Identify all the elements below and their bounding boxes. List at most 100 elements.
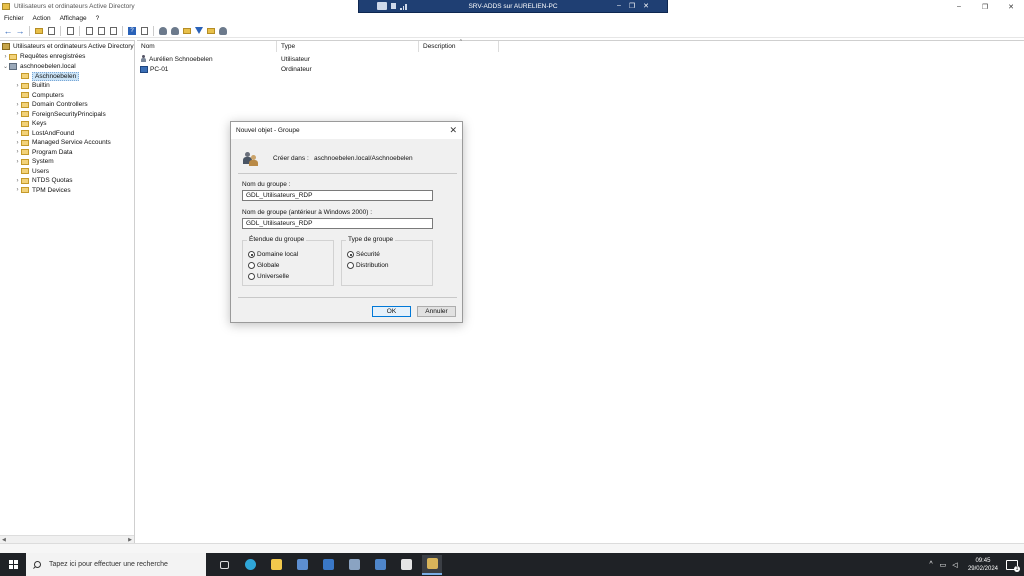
user-accounts-icon[interactable] bbox=[370, 555, 390, 575]
group-name-pre2000-input[interactable] bbox=[242, 218, 433, 229]
task-view-icon[interactable] bbox=[214, 555, 234, 575]
remote-minimize-button[interactable]: – bbox=[617, 2, 621, 10]
forward-arrow-icon[interactable]: → bbox=[15, 26, 25, 36]
domain-icon bbox=[9, 63, 17, 71]
menu-fichier[interactable]: Fichier bbox=[4, 15, 24, 22]
chevron-right-icon[interactable]: › bbox=[14, 187, 21, 193]
filter-icon[interactable] bbox=[194, 26, 204, 36]
chevron-right-icon[interactable]: › bbox=[14, 149, 21, 155]
list-item[interactable]: PC-01 Ordinateur bbox=[137, 64, 419, 74]
export-list-icon[interactable] bbox=[108, 26, 118, 36]
start-button[interactable] bbox=[0, 553, 26, 576]
tree-item-label: NTDS Quotas bbox=[32, 177, 73, 185]
tree-item-domain-controllers[interactable]: › Domain Controllers bbox=[14, 100, 88, 110]
menu-affichage[interactable]: Affichage bbox=[60, 15, 87, 22]
radio-icon[interactable] bbox=[248, 273, 255, 280]
column-header-type[interactable]: Type bbox=[277, 41, 419, 52]
up-folder-icon[interactable] bbox=[34, 26, 44, 36]
scroll-left-icon[interactable]: ◀ bbox=[2, 537, 6, 543]
tree-item-lost-and-found[interactable]: › LostAndFound bbox=[14, 129, 75, 139]
scope-universal-radio[interactable]: Universelle bbox=[248, 273, 289, 280]
new-ou-icon[interactable] bbox=[182, 26, 192, 36]
tree-item-label: LostAndFound bbox=[32, 129, 75, 137]
taskbar-search-box[interactable]: Tapez ici pour effectuer une recherche bbox=[26, 553, 206, 576]
chevron-right-icon[interactable]: › bbox=[14, 83, 21, 89]
tree-item-domain[interactable]: ⌄ aschnoebelen.local bbox=[2, 62, 76, 72]
tree-horizontal-scrollbar[interactable]: ◀ ▶ bbox=[0, 535, 134, 543]
radio-selected-icon[interactable] bbox=[248, 251, 255, 258]
remote-desktop-icon[interactable] bbox=[318, 555, 338, 575]
help-icon[interactable]: ? bbox=[127, 26, 137, 36]
network-icon[interactable]: ▭ bbox=[938, 561, 948, 569]
network-tool-icon[interactable] bbox=[344, 555, 364, 575]
menu-action[interactable]: Action bbox=[33, 15, 51, 22]
scope-global-radio[interactable]: Globale bbox=[248, 262, 279, 269]
ad-console-icon bbox=[2, 43, 10, 51]
new-user-icon[interactable] bbox=[158, 26, 168, 36]
group-name-input[interactable] bbox=[242, 190, 433, 201]
type-distribution-radio[interactable]: Distribution bbox=[347, 262, 389, 269]
tree-item-computers[interactable]: Computers bbox=[14, 91, 64, 101]
find-icon[interactable] bbox=[218, 26, 228, 36]
edge-browser-icon[interactable] bbox=[240, 555, 260, 575]
tree-item-saved-queries[interactable]: › Requêtes enregistrées bbox=[2, 52, 86, 62]
tree-item-aschnoebelen[interactable]: Aschnoebelen bbox=[14, 71, 80, 82]
tree-item-keys[interactable]: Keys bbox=[14, 119, 46, 129]
chevron-right-icon[interactable]: › bbox=[14, 130, 21, 136]
notification-icon[interactable]: 1 bbox=[1006, 559, 1020, 572]
show-tree-icon[interactable] bbox=[46, 26, 56, 36]
server-manager-icon[interactable] bbox=[292, 555, 312, 575]
chevron-right-icon[interactable]: › bbox=[14, 159, 21, 165]
chevron-right-icon[interactable]: › bbox=[14, 140, 21, 146]
tree-item-builtin[interactable]: › Builtin bbox=[14, 81, 50, 91]
tree-item-managed-service-accounts[interactable]: › Managed Service Accounts bbox=[14, 138, 111, 148]
console-icon[interactable] bbox=[139, 26, 149, 36]
type-security-radio[interactable]: Sécurité bbox=[347, 251, 380, 258]
ok-button[interactable]: OK bbox=[372, 306, 411, 317]
radio-icon[interactable] bbox=[347, 262, 354, 269]
chevron-down-icon[interactable]: ⌄ bbox=[2, 63, 9, 70]
scroll-right-icon[interactable]: ▶ bbox=[128, 537, 132, 543]
remote-restore-button[interactable]: ❐ bbox=[629, 2, 635, 10]
chevron-right-icon[interactable]: › bbox=[14, 178, 21, 184]
tree-item-foreign-security-principals[interactable]: › ForeignSecurityPrincipals bbox=[14, 110, 106, 120]
new-group-icon[interactable] bbox=[170, 26, 180, 36]
file-explorer-icon[interactable] bbox=[266, 555, 286, 575]
chevron-right-icon[interactable]: › bbox=[14, 111, 21, 117]
maximize-button[interactable]: ❐ bbox=[972, 0, 998, 13]
tray-overflow-icon[interactable]: ^ bbox=[926, 561, 936, 568]
minimize-button[interactable]: – bbox=[946, 0, 972, 13]
windows-logo-icon bbox=[8, 560, 18, 569]
delete-icon[interactable] bbox=[65, 26, 75, 36]
window-title: Utilisateurs et ordinateurs Active Direc… bbox=[14, 3, 135, 10]
remote-close-button[interactable]: ✕ bbox=[643, 2, 649, 10]
chevron-right-icon[interactable]: › bbox=[14, 102, 21, 108]
menu-help[interactable]: ? bbox=[96, 15, 100, 22]
list-item[interactable]: Aurélien Schnoebelen Utilisateur bbox=[137, 54, 419, 64]
active-directory-taskbar-icon[interactable] bbox=[422, 554, 442, 575]
radio-icon[interactable] bbox=[248, 262, 255, 269]
chevron-right-icon[interactable]: › bbox=[2, 54, 9, 60]
window-controls: – ❐ ✕ bbox=[946, 0, 1024, 13]
cancel-button[interactable]: Annuler bbox=[417, 306, 456, 317]
tree-item-users[interactable]: Users bbox=[14, 167, 49, 177]
clock[interactable]: 09:45 29/02/2024 bbox=[968, 557, 998, 573]
list-item-name: Aurélien Schnoebelen bbox=[149, 55, 213, 63]
tree-item-tpm-devices[interactable]: › TPM Devices bbox=[14, 186, 71, 196]
refresh-icon[interactable] bbox=[96, 26, 106, 36]
add-to-group-icon[interactable] bbox=[206, 26, 216, 36]
tree-item-system[interactable]: › System bbox=[14, 157, 54, 167]
back-arrow-icon[interactable]: ← bbox=[3, 26, 13, 36]
notepad-icon[interactable] bbox=[396, 555, 416, 575]
volume-icon[interactable]: ◁ bbox=[950, 561, 960, 569]
tree-item-program-data[interactable]: › Program Data bbox=[14, 148, 73, 158]
radio-selected-icon[interactable] bbox=[347, 251, 354, 258]
column-header-name[interactable]: Nom bbox=[137, 41, 277, 52]
properties-icon[interactable] bbox=[84, 26, 94, 36]
dialog-close-icon[interactable]: ✕ bbox=[449, 125, 457, 136]
close-button[interactable]: ✕ bbox=[998, 0, 1024, 13]
tree-root[interactable]: Utilisateurs et ordinateurs Active Direc… bbox=[2, 42, 134, 52]
scope-domain-local-radio[interactable]: Domaine local bbox=[248, 251, 298, 258]
column-header-description[interactable]: Description ^ bbox=[419, 39, 499, 52]
tree-item-ntds-quotas[interactable]: › NTDS Quotas bbox=[14, 176, 73, 186]
